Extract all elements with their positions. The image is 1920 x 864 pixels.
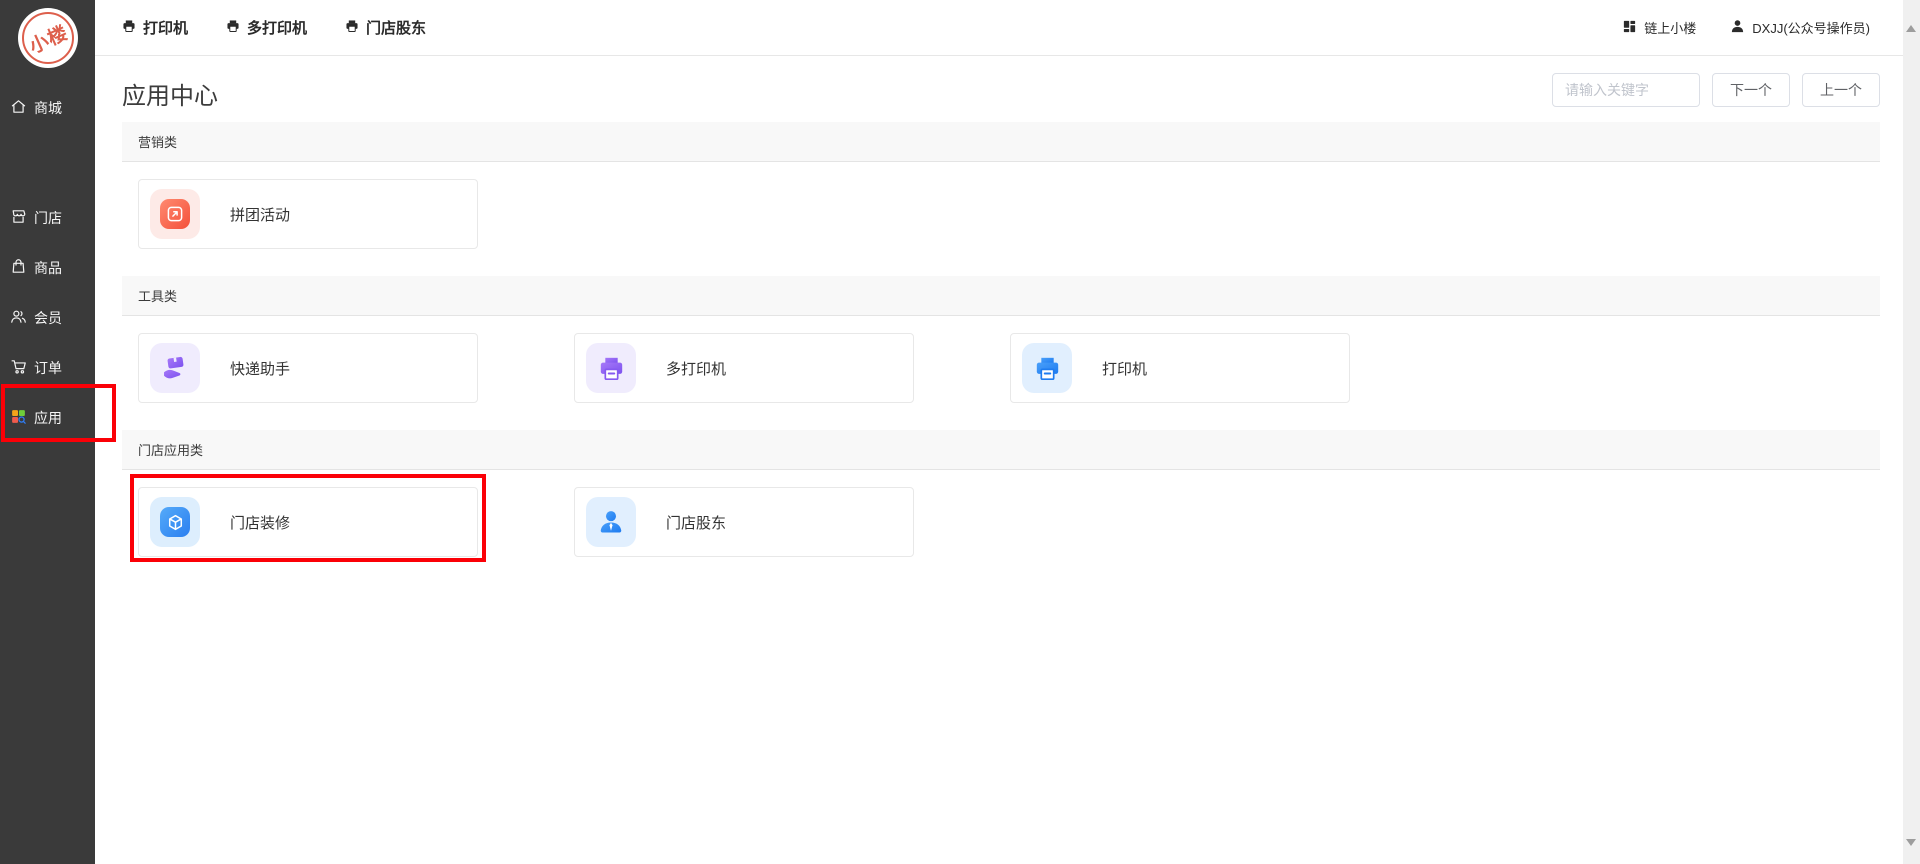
app-name: 打印机	[1102, 358, 1147, 379]
brand-logo[interactable]: 小楼	[18, 8, 78, 68]
section-header-tools: 工具类	[122, 276, 1880, 316]
section-header-marketing: 营销类	[122, 122, 1880, 162]
search-input[interactable]	[1552, 73, 1700, 107]
sidebar-item-label: 商品	[34, 258, 62, 278]
user-menu[interactable]: DXJJ(公众号操作员)	[1730, 18, 1870, 37]
sidebar-item-mall[interactable]: 商城	[0, 96, 95, 120]
printer-icon	[345, 19, 359, 37]
user-icon	[1730, 19, 1745, 37]
app-row: 拼团活动	[122, 162, 1880, 276]
tab-label: 打印机	[143, 17, 188, 38]
app-card-printer[interactable]: 打印机	[1010, 333, 1350, 403]
user-label: DXJJ(公众号操作员)	[1752, 18, 1870, 37]
apps-icon	[10, 408, 27, 428]
logo-text: 小楼	[8, 0, 87, 78]
group-buy-icon	[150, 189, 200, 239]
sidebar-item-store[interactable]: 门店	[0, 206, 95, 230]
multi-printer-icon	[586, 343, 636, 393]
members-icon	[10, 308, 27, 328]
home-icon	[10, 98, 27, 118]
sidebar-item-members[interactable]: 会员	[0, 306, 95, 330]
goods-icon	[10, 258, 27, 278]
workspace-switcher[interactable]: 链上小楼	[1622, 18, 1696, 37]
app-name: 快递助手	[230, 358, 290, 379]
prev-button[interactable]: 上一个	[1802, 73, 1880, 107]
printer-icon	[122, 19, 136, 37]
toolbar: 下一个 上一个	[1552, 73, 1880, 107]
store-decor-icon	[150, 497, 200, 547]
app-row: 快递助手 多打印机 打印机	[122, 316, 1880, 430]
app-card-store-decor[interactable]: 门店装修	[138, 487, 478, 557]
sidebar-item-label: 应用	[34, 408, 62, 428]
next-button[interactable]: 下一个	[1712, 73, 1790, 107]
printer-icon	[1022, 343, 1072, 393]
tab-label: 门店股东	[366, 17, 426, 38]
store-shareholder-icon	[586, 497, 636, 547]
sidebar-item-label: 门店	[34, 208, 62, 228]
sidebar-item-label: 商城	[34, 98, 62, 118]
sidebar: 小楼 商城 门店 商品 会员 订单 应用	[0, 0, 95, 864]
top-bar: 打印机 多打印机 门店股东 链上小楼	[95, 0, 1920, 56]
app-name: 拼团活动	[230, 204, 290, 225]
section-header-store-apps: 门店应用类	[122, 430, 1880, 470]
main-area: 打印机 多打印机 门店股东 链上小楼	[95, 0, 1920, 864]
scroll-up-icon[interactable]	[1906, 25, 1916, 32]
app-card-multi-printer[interactable]: 多打印机	[574, 333, 914, 403]
app-name: 门店装修	[230, 512, 290, 533]
app-name: 多打印机	[666, 358, 726, 379]
store-icon	[10, 208, 27, 228]
tab-store-shareholder[interactable]: 门店股东	[345, 17, 426, 38]
app-card-express-helper[interactable]: 快递助手	[138, 333, 478, 403]
orders-icon	[10, 358, 27, 378]
app-card-store-shareholder[interactable]: 门店股东	[574, 487, 914, 557]
sidebar-item-goods[interactable]: 商品	[0, 256, 95, 280]
sidebar-item-orders[interactable]: 订单	[0, 356, 95, 380]
sidebar-item-label: 会员	[34, 308, 62, 328]
printer-icon	[226, 19, 240, 37]
grid-icon	[1622, 19, 1637, 37]
user-area: 链上小楼 DXJJ(公众号操作员)	[1622, 18, 1870, 37]
tab-printer[interactable]: 打印机	[122, 17, 188, 38]
open-tabs: 打印机 多打印机 门店股东	[122, 17, 426, 38]
app-name: 门店股东	[666, 512, 726, 533]
app-card-group-buy[interactable]: 拼团活动	[138, 179, 478, 249]
tab-multi-printer[interactable]: 多打印机	[226, 17, 307, 38]
scroll-down-icon[interactable]	[1906, 839, 1916, 846]
sidebar-item-apps[interactable]: 应用	[0, 406, 95, 430]
app-center: 应用中心 营销类 拼团活动 工具类 快递助手	[95, 76, 1920, 584]
workspace-label: 链上小楼	[1644, 18, 1696, 37]
sidebar-item-label: 订单	[34, 358, 62, 378]
app-row: 门店装修 门店股东	[122, 470, 1880, 584]
express-helper-icon	[150, 343, 200, 393]
vertical-scrollbar[interactable]	[1903, 0, 1920, 864]
tab-label: 多打印机	[247, 17, 307, 38]
